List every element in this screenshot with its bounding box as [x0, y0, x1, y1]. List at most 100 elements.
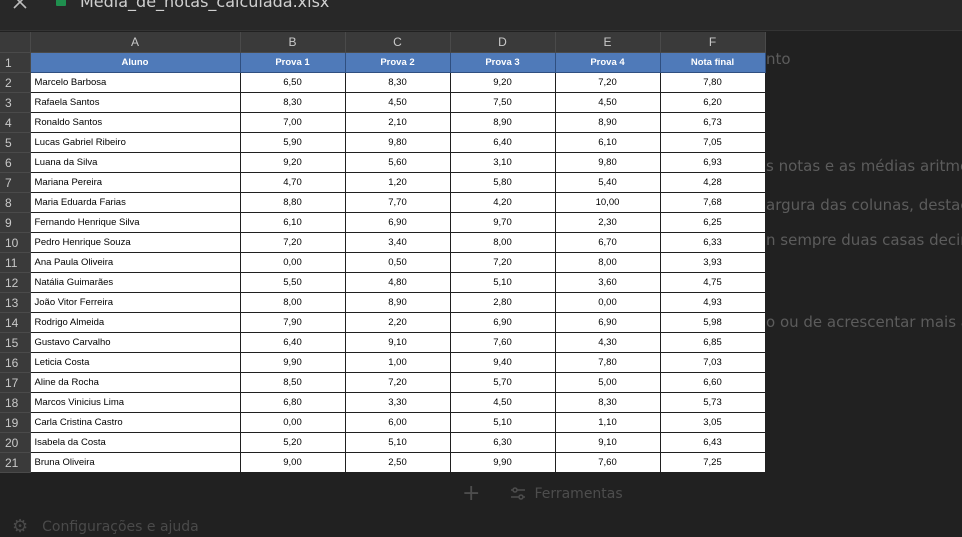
grade-cell[interactable]: 7,60: [449, 332, 556, 353]
grade-cell[interactable]: 9,90: [449, 452, 556, 473]
grade-cell[interactable]: 6,10: [554, 132, 661, 153]
row-number[interactable]: 7: [0, 172, 31, 193]
row-number[interactable]: 5: [0, 132, 31, 153]
grade-cell[interactable]: 0,00: [239, 412, 346, 433]
row-number[interactable]: 4: [0, 112, 31, 133]
student-name-cell[interactable]: Rafaela Santos: [29, 92, 241, 113]
student-name-cell[interactable]: Isabela da Costa: [29, 432, 241, 453]
header-cell-prova-2[interactable]: Prova 2: [344, 52, 451, 73]
grade-cell[interactable]: 8,30: [554, 392, 661, 413]
student-name-cell[interactable]: Marcelo Barbosa: [29, 72, 241, 93]
grade-cell[interactable]: 8,90: [344, 292, 451, 313]
grade-cell[interactable]: 6,90: [344, 212, 451, 233]
student-name-cell[interactable]: Lucas Gabriel Ribeiro: [29, 132, 241, 153]
grade-cell[interactable]: 5,10: [344, 432, 451, 453]
grade-cell[interactable]: 5,90: [239, 132, 346, 153]
row-number[interactable]: 16: [0, 352, 31, 373]
grade-cell[interactable]: 9,10: [554, 432, 661, 453]
grade-cell[interactable]: 6,43: [659, 432, 766, 453]
grade-cell[interactable]: 4,80: [344, 272, 451, 293]
grade-cell[interactable]: 7,20: [344, 372, 451, 393]
grade-cell[interactable]: 5,50: [239, 272, 346, 293]
grade-cell[interactable]: 9,20: [239, 152, 346, 173]
grade-cell[interactable]: 10,00: [554, 192, 661, 213]
row-number[interactable]: 2: [0, 72, 31, 93]
grade-cell[interactable]: 6,10: [239, 212, 346, 233]
grade-cell[interactable]: 4,50: [554, 92, 661, 113]
grade-cell[interactable]: 8,80: [239, 192, 346, 213]
grade-cell[interactable]: 6,33: [659, 232, 766, 253]
row-number[interactable]: 10: [0, 232, 31, 253]
column-header-e[interactable]: E: [555, 32, 661, 53]
grade-cell[interactable]: 6,90: [449, 312, 556, 333]
row-number[interactable]: 18: [0, 392, 31, 413]
grade-cell[interactable]: 7,20: [554, 72, 661, 93]
grade-cell[interactable]: 1,10: [554, 412, 661, 433]
grade-cell[interactable]: 6,85: [659, 332, 766, 353]
column-header-b[interactable]: B: [240, 32, 346, 53]
close-icon[interactable]: [12, 0, 28, 10]
grade-cell[interactable]: 5,98: [659, 312, 766, 333]
column-header-a[interactable]: A: [30, 32, 241, 53]
grade-cell[interactable]: 5,10: [449, 272, 556, 293]
grade-cell[interactable]: 3,93: [659, 252, 766, 273]
student-name-cell[interactable]: Gustavo Carvalho: [29, 332, 241, 353]
header-cell-prova-4[interactable]: Prova 4: [554, 52, 661, 73]
grade-cell[interactable]: 9,00: [239, 452, 346, 473]
grade-cell[interactable]: 1,20: [344, 172, 451, 193]
grade-cell[interactable]: 7,20: [449, 252, 556, 273]
grade-cell[interactable]: 2,50: [344, 452, 451, 473]
sliders-icon[interactable]: [510, 487, 526, 501]
grade-cell[interactable]: 7,80: [659, 72, 766, 93]
grade-cell[interactable]: 8,30: [239, 92, 346, 113]
grade-cell[interactable]: 6,93: [659, 152, 766, 173]
header-cell-prova-1[interactable]: Prova 1: [239, 52, 346, 73]
grade-cell[interactable]: 0,00: [554, 292, 661, 313]
grade-cell[interactable]: 4,70: [239, 172, 346, 193]
grade-cell[interactable]: 0,50: [344, 252, 451, 273]
grade-cell[interactable]: 5,70: [449, 372, 556, 393]
grade-cell[interactable]: 9,70: [449, 212, 556, 233]
column-header-c[interactable]: C: [345, 32, 451, 53]
grade-cell[interactable]: 9,40: [449, 352, 556, 373]
grade-cell[interactable]: 7,90: [239, 312, 346, 333]
header-cell-prova-3[interactable]: Prova 3: [449, 52, 556, 73]
grade-cell[interactable]: 9,90: [239, 352, 346, 373]
grade-cell[interactable]: 6,50: [239, 72, 346, 93]
row-number[interactable]: 9: [0, 212, 31, 233]
student-name-cell[interactable]: Mariana Pereira: [29, 172, 241, 193]
grade-cell[interactable]: 7,50: [449, 92, 556, 113]
grade-cell[interactable]: 7,00: [239, 112, 346, 133]
grade-cell[interactable]: 8,50: [239, 372, 346, 393]
grade-cell[interactable]: 7,60: [554, 452, 661, 473]
grade-cell[interactable]: 6,20: [659, 92, 766, 113]
header-cell-nota-final[interactable]: Nota final: [659, 52, 766, 73]
student-name-cell[interactable]: Ana Paula Oliveira: [29, 252, 241, 273]
grade-cell[interactable]: 4,75: [659, 272, 766, 293]
grade-cell[interactable]: 4,30: [554, 332, 661, 353]
student-name-cell[interactable]: Luana da Silva: [29, 152, 241, 173]
student-name-cell[interactable]: Maria Eduarda Farias: [29, 192, 241, 213]
grade-cell[interactable]: 6,90: [554, 312, 661, 333]
grade-cell[interactable]: 5,20: [239, 432, 346, 453]
row-number[interactable]: 8: [0, 192, 31, 213]
student-name-cell[interactable]: Marcos Vinicius Lima: [29, 392, 241, 413]
column-header-d[interactable]: D: [450, 32, 556, 53]
row-number[interactable]: 21: [0, 452, 31, 473]
grade-cell[interactable]: 2,10: [344, 112, 451, 133]
grade-cell[interactable]: 8,30: [344, 72, 451, 93]
corner-cell[interactable]: [0, 32, 31, 53]
grade-cell[interactable]: 6,25: [659, 212, 766, 233]
grade-cell[interactable]: 3,10: [449, 152, 556, 173]
row-number[interactable]: 14: [0, 312, 31, 333]
grade-cell[interactable]: 8,90: [449, 112, 556, 133]
grade-cell[interactable]: 7,20: [239, 232, 346, 253]
grade-cell[interactable]: 7,05: [659, 132, 766, 153]
grade-cell[interactable]: 9,80: [344, 132, 451, 153]
tools-label[interactable]: Ferramentas: [534, 486, 622, 502]
grade-cell[interactable]: 9,80: [554, 152, 661, 173]
grade-cell[interactable]: 7,70: [344, 192, 451, 213]
grade-cell[interactable]: 4,20: [449, 192, 556, 213]
student-name-cell[interactable]: Leticia Costa: [29, 352, 241, 373]
student-name-cell[interactable]: Ronaldo Santos: [29, 112, 241, 133]
